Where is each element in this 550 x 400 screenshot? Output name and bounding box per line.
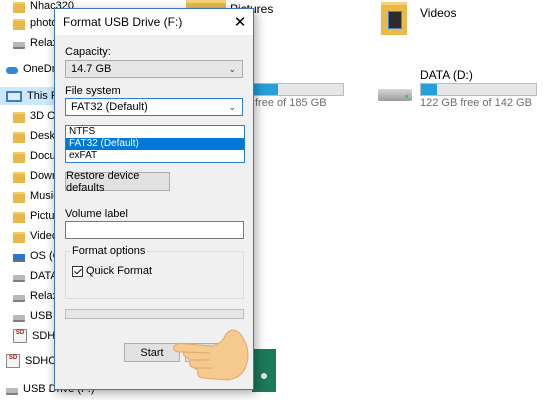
capacity-select[interactable]: 14.7 GB ⌄ <box>65 60 243 78</box>
capacity-label: Capacity: <box>65 46 111 58</box>
nav-item-downloads[interactable]: Down <box>13 167 58 185</box>
checkbox-checked-icon <box>72 265 83 277</box>
folder-icon <box>13 231 25 243</box>
c-drive-usage-bar <box>252 83 344 96</box>
nav-item-documents[interactable]: Docur <box>13 147 59 165</box>
nav-item-relax-2[interactable]: Relax <box>13 287 58 305</box>
c-drive-usage-fill <box>253 84 279 95</box>
drive-icon <box>13 314 25 322</box>
drive-icon <box>6 387 18 395</box>
restore-defaults-button[interactable]: Restore device defaults <box>65 170 170 194</box>
dialog-title: Format USB Drive (F:) <box>63 15 183 29</box>
dialog-titlebar[interactable]: Format USB Drive (F:) ✕ <box>55 9 253 35</box>
volume-label-input[interactable] <box>65 221 244 239</box>
videos-folder-label: Videos <box>420 6 457 20</box>
data-drive-usage-fill <box>421 84 438 95</box>
option-exfat[interactable]: exFAT <box>66 150 244 162</box>
windows-drive-icon <box>13 253 25 262</box>
option-ntfs[interactable]: NTFS <box>66 126 244 138</box>
format-options-group: Format options Quick Format <box>65 245 244 299</box>
folder-icon <box>13 18 25 30</box>
data-drive-name: DATA (D:) <box>420 68 473 82</box>
data-drive-free-text: 122 GB free of 142 GB <box>420 97 532 109</box>
volume-label-label: Volume label <box>65 208 128 220</box>
close-icon[interactable]: ✕ <box>227 9 253 35</box>
quick-format-label: Quick Format <box>86 265 153 277</box>
chevron-down-icon: ⌄ <box>228 64 236 74</box>
sd-card-icon: SD <box>6 354 20 368</box>
quick-format-checkbox[interactable]: Quick Format <box>72 265 152 277</box>
this-pc-icon <box>6 90 22 102</box>
data-drive-usage-bar <box>420 83 537 96</box>
option-fat32[interactable]: FAT32 (Default) <box>66 138 244 150</box>
pointing-hand-icon <box>173 329 249 381</box>
format-options-title: Format options <box>70 245 148 257</box>
file-system-dropdown-list: NTFS FAT32 (Default) exFAT <box>65 125 245 163</box>
folder-icon <box>13 151 25 163</box>
c-drive-free-text: free of 185 GB <box>255 97 327 109</box>
folder-icon <box>13 171 25 183</box>
nav-item-data[interactable]: DATA <box>13 267 58 285</box>
videos-folder-icon[interactable] <box>381 2 407 35</box>
drive-icon <box>13 41 25 49</box>
chevron-down-icon: ⌄ <box>228 102 236 112</box>
nav-item-photo[interactable]: photo <box>13 14 58 32</box>
onedrive-cloud-icon <box>6 67 18 74</box>
file-system-label: File system <box>65 85 121 97</box>
nav-item-videos[interactable]: Video <box>13 227 58 245</box>
sd-card-icon: SD <box>13 329 27 343</box>
folder-icon <box>13 111 25 123</box>
nav-item-music[interactable]: Music <box>13 187 59 205</box>
background-app-tile <box>252 349 276 392</box>
drive-icon <box>13 274 25 282</box>
data-drive-icon[interactable] <box>378 83 412 105</box>
folder-icon <box>13 1 25 13</box>
drive-icon <box>13 294 25 302</box>
folder-icon <box>13 191 25 203</box>
folder-icon <box>13 131 25 143</box>
folder-icon <box>13 211 25 223</box>
file-system-select[interactable]: FAT32 (Default) ⌄ <box>65 98 243 116</box>
nav-item-relax[interactable]: Relax <box>13 34 58 52</box>
format-progress-bar <box>65 309 244 319</box>
